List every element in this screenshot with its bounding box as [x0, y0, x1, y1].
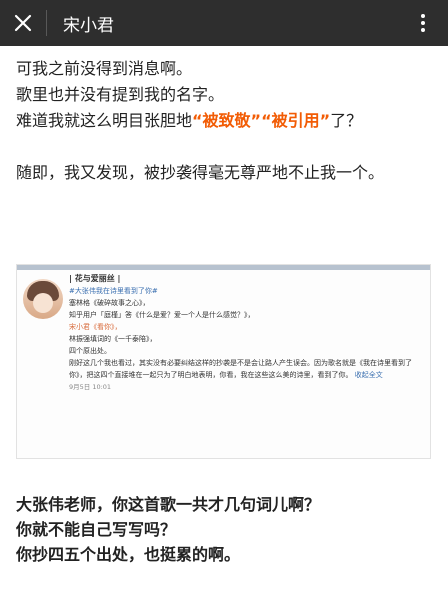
avatar [23, 279, 63, 319]
divider [46, 10, 47, 36]
article-paragraph: 随即，我又发现，被抄袭得毫无尊严地不止我一个。 [16, 163, 385, 182]
article-text: 了？ [330, 111, 363, 130]
highlight-text: “被引用” [261, 111, 331, 130]
article-line: 难道我就这么明目张胆地“被致敬”“被引用”了？ [16, 108, 436, 134]
close-icon[interactable] [0, 0, 46, 46]
post-line: 知乎用户「庭槿」答《什么是爱？爱一个人是什么感觉？》， [69, 311, 255, 319]
post-username: | 花与爱丽丝 | [69, 274, 121, 283]
embedded-post: | 花与爱丽丝 | #大张伟我在诗里看到了你# 塞林格《破碎故事之心》， 知乎用… [69, 273, 427, 393]
closing-line: 大张伟老师，你这首歌一共才几句词儿啊？ [16, 495, 321, 514]
page-title: 宋小君 [63, 15, 114, 36]
screenshot-top-strip [17, 265, 430, 270]
article-line: 歌里也并没有提到我的名字。 [16, 85, 225, 104]
top-bar: 宋小君 [0, 0, 448, 46]
closing-text: 大张伟老师，你这首歌一共才几句词儿啊？ 你就不能自己写写吗？ 你抄四五个出处，也… [16, 492, 436, 567]
post-hashtag[interactable]: #大张伟我在诗里看到了你# [69, 285, 427, 297]
article-body: 可我之前没得到消息啊。 歌里也并没有提到我的名字。 难道我就这么明目张胆地“被致… [16, 56, 436, 186]
article-text: 难道我就这么明目张胆地 [16, 111, 193, 130]
article-line: 可我之前没得到消息啊。 [16, 59, 193, 78]
post-body: 刚好这几个我也看过，其实没有必要纠结这样的抄袭是不是会让路人产生误会。因为歌名就… [69, 357, 427, 381]
post-line: 塞林格《破碎故事之心》， [69, 299, 150, 307]
embedded-screenshot: | 花与爱丽丝 | #大张伟我在诗里看到了你# 塞林格《破碎故事之心》， 知乎用… [16, 264, 431, 459]
post-line: 宋小君《看你》， [69, 323, 122, 331]
closing-line: 你就不能自己写写吗？ [16, 520, 177, 539]
post-line: 林振强填词的《一千泰陪》， [69, 335, 157, 343]
more-vertical-icon[interactable] [404, 0, 442, 46]
collapse-link[interactable]: 收起全文 [355, 371, 383, 379]
post-line: 四个原出处。 [69, 347, 111, 355]
post-timestamp: 9月5日 10:01 [69, 383, 112, 391]
closing-line: 你抄四五个出处，也挺累的啊。 [16, 545, 241, 564]
highlight-text: “被致敬” [192, 111, 262, 130]
